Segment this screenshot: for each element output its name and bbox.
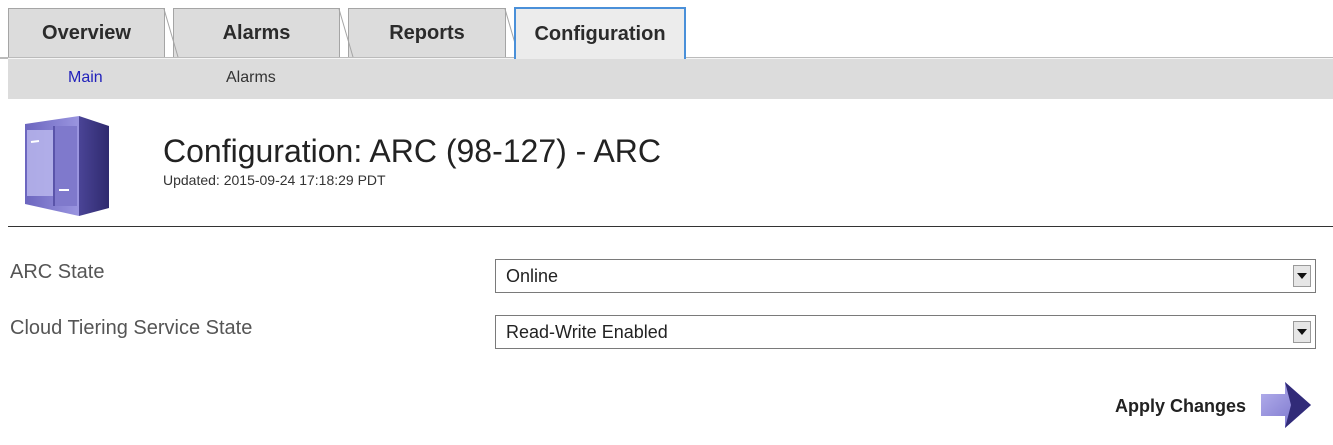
arrow-right-icon — [1261, 382, 1311, 428]
tab-bar: Overview Alarms Reports Configuration — [0, 0, 1333, 59]
tab-overview-label: Overview — [42, 22, 131, 44]
page-title: Configuration: ARC (98-127) - ARC — [163, 133, 661, 169]
apply-changes-button[interactable]: Apply Changes — [1110, 376, 1322, 434]
divider — [8, 226, 1333, 227]
tab-alarms-label: Alarms — [222, 22, 291, 44]
cloud-tiering-label: Cloud Tiering Service State — [10, 317, 253, 339]
tab-configuration[interactable]: Configuration — [514, 7, 686, 59]
updated-timestamp: Updated: 2015-09-24 17:18:29 PDT — [163, 172, 386, 188]
sub-navigation: Main Alarms — [8, 58, 1333, 99]
tab-reports-label: Reports — [389, 22, 465, 44]
server-icon — [25, 116, 109, 216]
apply-changes-label: Apply Changes — [1115, 396, 1247, 416]
chevron-down-icon[interactable] — [1293, 321, 1311, 343]
cloud-tiering-value: Read-Write Enabled — [506, 322, 668, 342]
arc-state-label: ARC State — [10, 261, 105, 283]
subnav-alarms[interactable]: Alarms — [226, 69, 276, 87]
tab-configuration-label: Configuration — [534, 22, 666, 45]
arc-state-value: Online — [506, 266, 559, 286]
subnav-main[interactable]: Main — [68, 69, 103, 87]
cloud-tiering-select[interactable]: Read-Write Enabled — [495, 315, 1316, 349]
arc-state-select[interactable]: Online — [495, 259, 1316, 293]
chevron-down-icon[interactable] — [1293, 265, 1311, 287]
